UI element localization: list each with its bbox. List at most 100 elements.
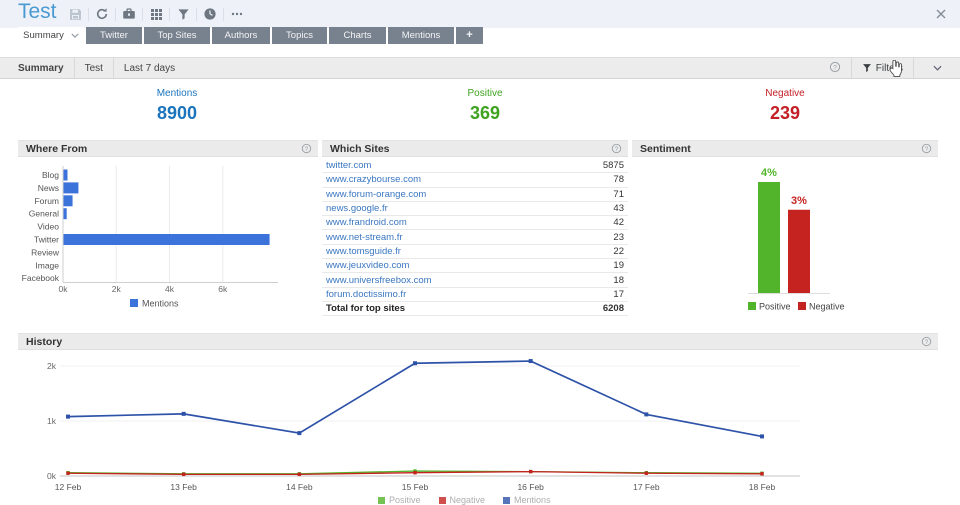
divider (196, 8, 197, 21)
total-label: Total for top sites (326, 303, 405, 314)
sub-header: Summary Test Last 7 days ? Filters (0, 57, 960, 79)
svg-text:18 Feb: 18 Feb (749, 482, 776, 492)
filter-icon[interactable] (172, 4, 194, 24)
divider (74, 58, 75, 78)
history-legend: Positive Negative Mentions (378, 495, 551, 505)
site-link[interactable]: www.universfreebox.com (326, 275, 432, 286)
svg-text:Positive: Positive (759, 302, 791, 312)
info-icon[interactable]: ? (829, 61, 841, 76)
mouse-cursor (888, 60, 903, 82)
legend-item-positive: Positive (378, 495, 421, 505)
more-icon[interactable] (226, 4, 248, 24)
site-count: 42 (613, 217, 624, 228)
svg-text:Negative: Negative (809, 302, 845, 312)
panel-sentiment-header: Sentiment ? (632, 140, 938, 157)
legend-swatch (503, 497, 510, 504)
history-chart: 0k1k2k12 Feb13 Feb14 Feb15 Feb16 Feb17 F… (18, 350, 938, 500)
save-icon[interactable] (64, 4, 86, 24)
tab-label: Charts (344, 30, 372, 41)
svg-text:3%: 3% (791, 195, 807, 207)
table-row: www.frandroid.com 42 (322, 216, 628, 230)
add-tab-button[interactable]: + (456, 27, 483, 44)
info-icon[interactable]: ? (921, 143, 932, 154)
panel-history-header: History ? (18, 333, 938, 350)
briefcase-icon[interactable] (118, 4, 140, 24)
table-row: twitter.com5875 (322, 159, 628, 173)
close-icon[interactable] (934, 7, 948, 21)
divider (88, 8, 89, 21)
tab-authors[interactable]: Authors (212, 27, 270, 44)
tab-label: Summary (23, 27, 64, 44)
collapse-button[interactable] (924, 65, 950, 71)
svg-text:Blog: Blog (42, 170, 59, 180)
tab-top-sites[interactable]: Top Sites (144, 27, 210, 44)
legend-swatch (378, 497, 385, 504)
svg-text:News: News (38, 183, 59, 193)
metric-label: Positive (385, 88, 585, 99)
site-link[interactable]: www.jeuxvideo.com (326, 260, 409, 271)
svg-text:Review: Review (31, 247, 60, 257)
info-icon[interactable]: ? (301, 143, 312, 154)
tab-summary[interactable]: Summary (18, 27, 84, 44)
table-row: news.google.fr43 (322, 202, 628, 216)
svg-text:Video: Video (37, 222, 59, 232)
which-sites-table: twitter.com5875 www.crazybourse.com 78 ww… (322, 159, 628, 316)
site-link[interactable]: www.net-stream.fr (326, 232, 403, 243)
app-title: Test (18, 0, 57, 24)
info-icon[interactable]: ? (611, 143, 622, 154)
breadcrumb-test[interactable]: Test (85, 63, 103, 74)
table-row: www.tomsguide.fr 22 (322, 245, 628, 259)
breadcrumb-summary[interactable]: Summary (18, 63, 64, 74)
site-link[interactable]: www.crazybourse.com (326, 174, 421, 185)
panel-title: Which Sites (322, 143, 390, 155)
table-row: www.forum-orange.com 71 (322, 188, 628, 202)
site-link[interactable]: forum.doctissimo.fr (326, 289, 406, 300)
breadcrumb-period[interactable]: Last 7 days (124, 63, 175, 74)
metric-label: Mentions (77, 88, 277, 99)
clock-icon[interactable] (199, 4, 221, 24)
table-row: www.net-stream.fr23 (322, 230, 628, 244)
site-link[interactable]: news.google.fr (326, 203, 388, 214)
svg-text:15 Feb: 15 Feb (402, 482, 429, 492)
tab-mentions[interactable]: Mentions (388, 27, 454, 44)
tab-topics[interactable]: Topics (272, 27, 327, 44)
table-total-row: Total for top sites6208 (322, 302, 628, 316)
tab-charts[interactable]: Charts (329, 27, 386, 44)
tab-bar: Summary Twitter Top Sites Authors Topics… (0, 27, 960, 44)
table-row: forum.doctissimo.fr17 (322, 288, 628, 302)
grid-icon[interactable] (145, 4, 167, 24)
svg-text:14 Feb: 14 Feb (286, 482, 313, 492)
divider (113, 58, 114, 78)
site-link[interactable]: www.tomsguide.fr (326, 246, 401, 257)
site-link[interactable]: www.frandroid.com (326, 217, 407, 228)
sentiment-chart: 4%3%PositiveNegative (632, 158, 938, 320)
table-row: www.jeuxvideo.com19 (322, 259, 628, 273)
metric-label: Negative (685, 88, 885, 99)
divider (115, 8, 116, 21)
site-count: 18 (613, 275, 624, 286)
metric-mentions: Mentions 8900 (77, 88, 277, 124)
svg-text:0k: 0k (59, 284, 69, 294)
svg-text:0k: 0k (47, 471, 57, 481)
site-count: 78 (613, 174, 624, 185)
svg-text:Mentions: Mentions (142, 299, 179, 309)
metric-value: 369 (385, 103, 585, 124)
svg-text:2k: 2k (112, 284, 122, 294)
svg-text:Forum: Forum (34, 196, 59, 206)
site-link[interactable]: twitter.com (326, 160, 371, 171)
svg-text:Twitter: Twitter (34, 235, 59, 245)
site-count: 22 (613, 246, 624, 257)
svg-text:13 Feb: 13 Feb (170, 482, 197, 492)
site-link[interactable]: www.forum-orange.com (326, 189, 426, 200)
site-count: 71 (613, 189, 624, 200)
table-row: www.crazybourse.com 78 (322, 173, 628, 187)
svg-text:?: ? (833, 64, 837, 71)
refresh-icon[interactable] (91, 4, 113, 24)
tab-label: Authors (225, 30, 258, 41)
svg-text:12 Feb: 12 Feb (55, 482, 82, 492)
info-icon[interactable]: ? (921, 336, 932, 347)
tab-twitter[interactable]: Twitter (86, 27, 142, 44)
svg-text:Facebook: Facebook (22, 273, 60, 283)
divider (142, 8, 143, 21)
where-from-chart: 0k2k4k6kBlogNewsForumGeneralVideoTwitter… (18, 158, 318, 320)
